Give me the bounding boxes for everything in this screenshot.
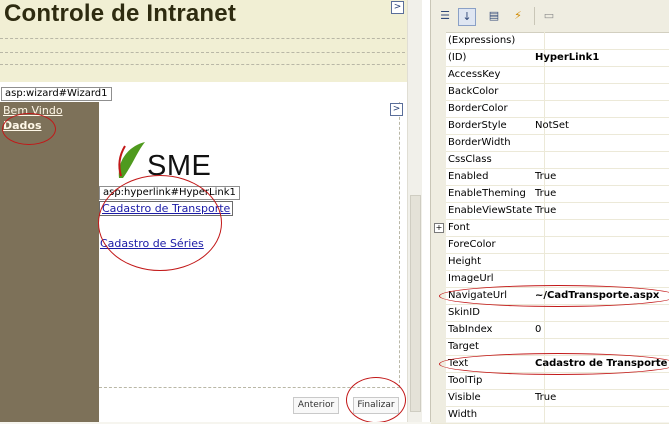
property-name: CssClass (448, 151, 545, 168)
properties-icon[interactable]: ▤ (486, 8, 502, 24)
property-row[interactable]: Enabled True (431, 168, 669, 186)
row-gutter (431, 202, 446, 219)
property-value[interactable]: NotSet (535, 117, 569, 134)
divider (0, 38, 405, 39)
property-name: Visible (448, 389, 545, 406)
divider (0, 52, 405, 53)
property-row[interactable]: AccessKey (431, 66, 669, 84)
property-row[interactable]: ForeColor (431, 236, 669, 254)
property-row[interactable]: BackColor (431, 83, 669, 101)
row-gutter: + (431, 219, 446, 236)
property-row[interactable]: EnableViewState True (431, 202, 669, 220)
row-gutter (431, 66, 446, 83)
expand-icon[interactable]: + (434, 223, 444, 233)
row-gutter (431, 32, 446, 49)
leaf-logo-icon (118, 142, 145, 178)
wizard-control-tag[interactable]: asp:wizard#Wizard1 (1, 87, 112, 101)
property-name: EnableViewState (448, 202, 545, 219)
annotation-ellipse (439, 353, 669, 375)
row-gutter (431, 49, 446, 66)
property-name: BackColor (448, 83, 545, 100)
property-name: Enabled (448, 168, 545, 185)
wizard-sidebar: Bem Vindo Dados (0, 102, 99, 422)
row-gutter (431, 321, 446, 338)
row-gutter (431, 253, 446, 270)
alphabetical-icon[interactable]: ↓ (458, 8, 476, 26)
property-row[interactable]: Width (431, 406, 669, 424)
page-title: Controle de Intranet (4, 0, 237, 27)
property-row[interactable]: (ID) HyperLink1 (431, 49, 669, 67)
property-name: Font (448, 219, 545, 236)
row-gutter (431, 151, 446, 168)
property-name: Height (448, 253, 545, 270)
events-icon[interactable]: ⚡ (510, 8, 526, 24)
property-value[interactable]: True (535, 168, 556, 185)
smart-tag-button[interactable]: > (391, 1, 404, 14)
row-gutter (431, 134, 446, 151)
annotation-ellipse (98, 175, 222, 271)
row-gutter (431, 83, 446, 100)
row-gutter (431, 304, 446, 321)
previous-button[interactable]: Anterior (293, 397, 339, 414)
property-name: BorderColor (448, 100, 545, 117)
page-header: Controle de Intranet > (0, 0, 407, 82)
property-value[interactable]: True (535, 185, 556, 202)
property-name: AccessKey (448, 66, 545, 83)
scrollbar-thumb[interactable] (410, 195, 421, 412)
property-name: TabIndex (448, 321, 545, 338)
row-gutter (431, 236, 446, 253)
row-gutter (431, 270, 446, 287)
row-gutter (431, 338, 446, 355)
toolbar-separator (534, 7, 535, 25)
properties-panel: ☰ ↓ ▤ ⚡ ▭ (Expressions) (ID) HyperLink1 A… (430, 0, 669, 424)
property-name: ForeColor (448, 236, 545, 253)
property-name: BorderStyle (448, 117, 545, 134)
property-value[interactable]: True (535, 202, 556, 219)
categorized-icon[interactable]: ☰ (437, 8, 453, 24)
property-row[interactable]: BorderColor (431, 100, 669, 118)
property-row[interactable]: BorderWidth (431, 134, 669, 152)
designer-scrollbar[interactable] (407, 0, 422, 422)
annotation-ellipse (2, 113, 56, 145)
property-row[interactable]: CssClass (431, 151, 669, 169)
property-row[interactable]: EnableTheming True (431, 185, 669, 203)
property-name: (Expressions) (448, 32, 545, 49)
properties-toolbar: ☰ ↓ ▤ ⚡ ▭ (431, 0, 669, 33)
row-gutter (431, 389, 446, 406)
property-pages-icon[interactable]: ▭ (541, 8, 557, 24)
row-gutter (431, 185, 446, 202)
property-row[interactable]: (Expressions) (431, 32, 669, 50)
row-gutter (431, 168, 446, 185)
property-row[interactable]: BorderStyle NotSet (431, 117, 669, 135)
row-gutter (431, 372, 446, 389)
property-row[interactable]: Height (431, 253, 669, 271)
divider (0, 64, 405, 65)
property-row[interactable]: TabIndex 0 (431, 321, 669, 339)
property-name: Width (448, 406, 545, 423)
row-gutter (431, 100, 446, 117)
property-name: BorderWidth (448, 134, 545, 151)
design-surface[interactable]: Controle de Intranet > asp:wizard#Wizard… (0, 0, 430, 422)
annotation-ellipse (439, 285, 669, 307)
row-gutter (431, 406, 446, 423)
smart-tag-button[interactable]: > (390, 103, 403, 116)
annotation-ellipse (346, 377, 406, 422)
property-value[interactable]: HyperLink1 (535, 49, 599, 66)
row-gutter (431, 117, 446, 134)
property-name: EnableTheming (448, 185, 545, 202)
property-value[interactable]: True (535, 389, 556, 406)
property-name: (ID) (448, 49, 545, 66)
property-row[interactable]: + Font (431, 219, 669, 237)
property-row[interactable]: Visible True (431, 389, 669, 407)
property-value[interactable]: 0 (535, 321, 541, 338)
